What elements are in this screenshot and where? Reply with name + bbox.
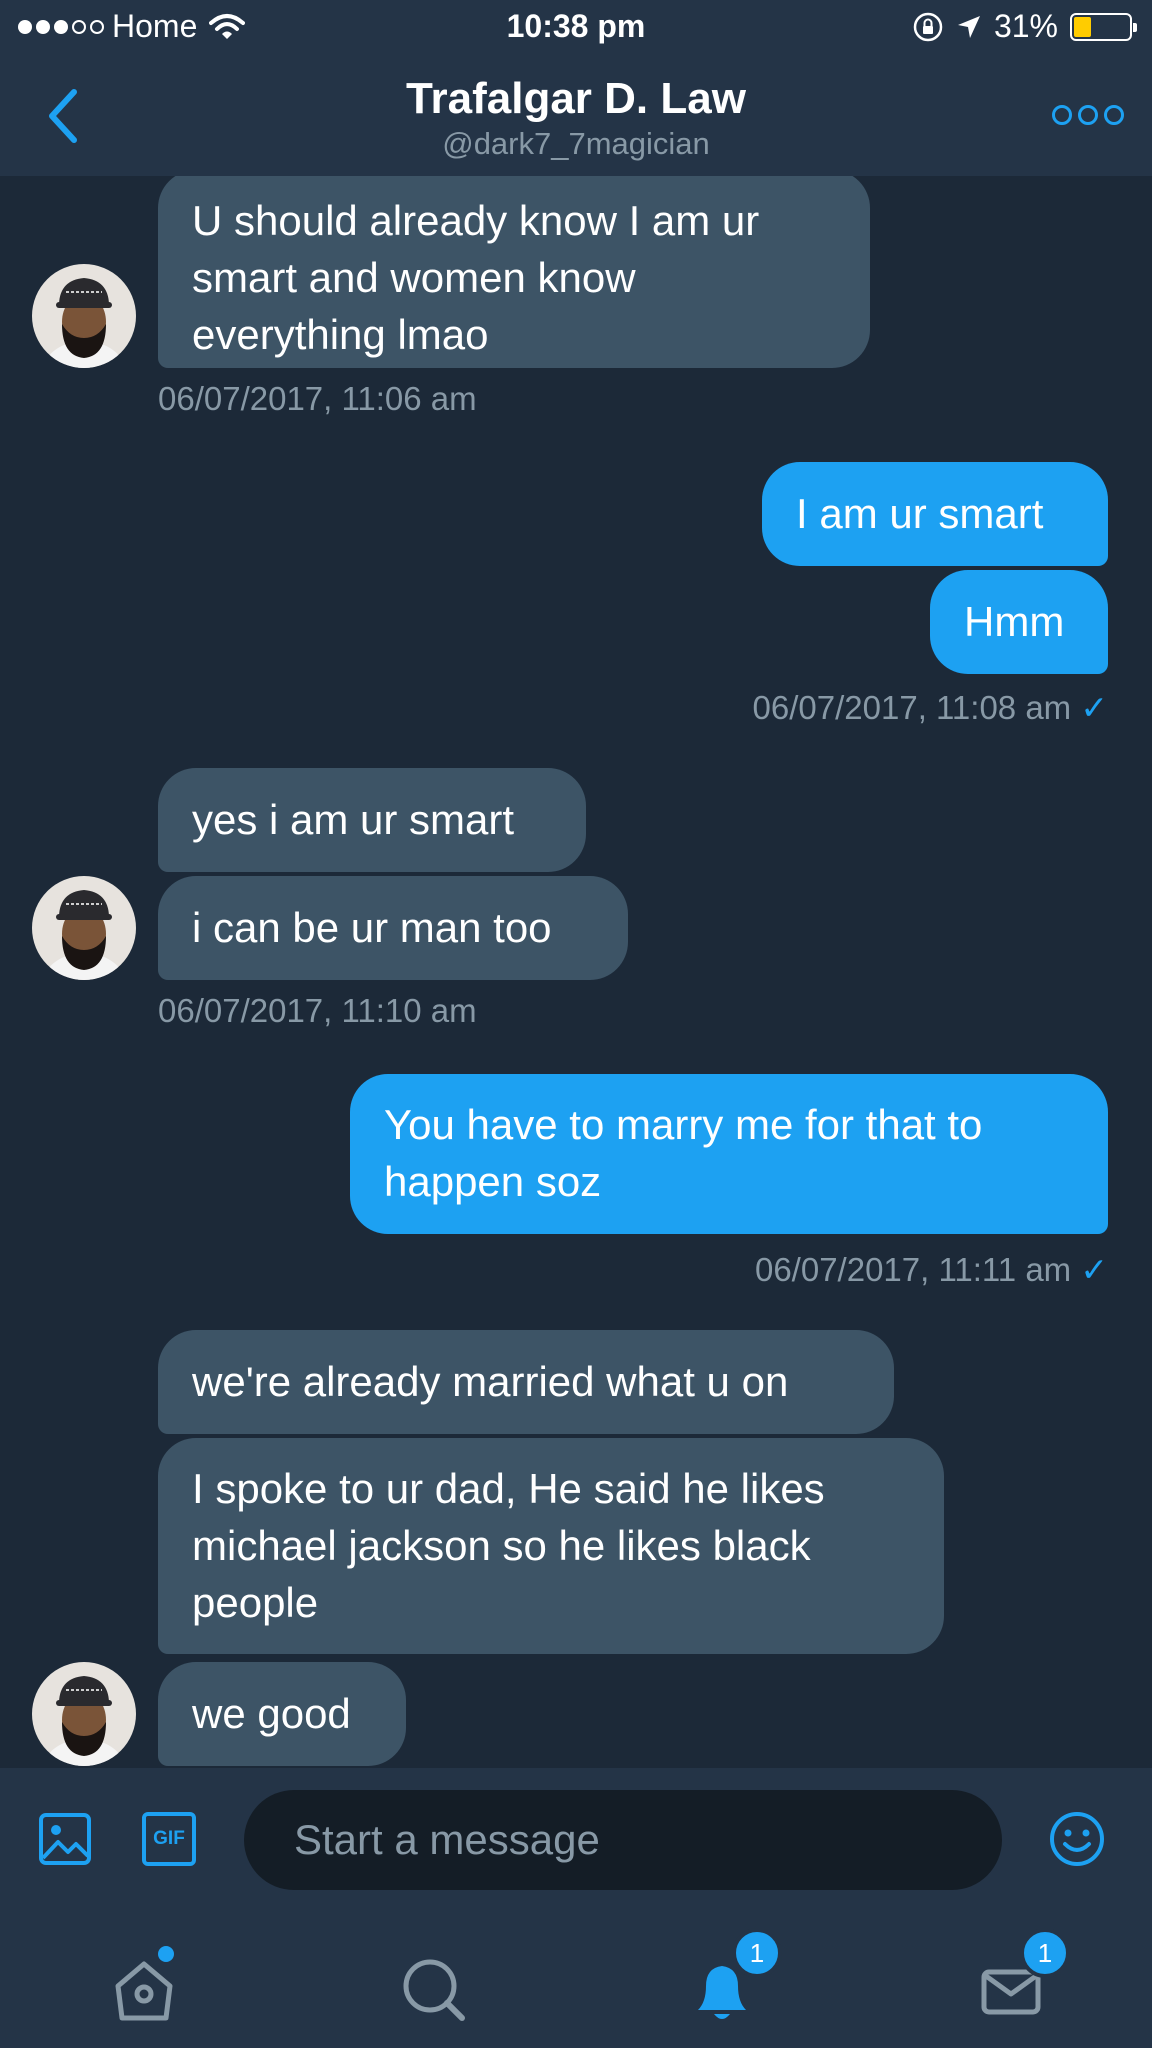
contact-avatar[interactable] (32, 1662, 136, 1766)
gif-label: GIF (153, 1828, 185, 1849)
message-bubble-incoming[interactable]: we're already married what u on (158, 1330, 894, 1434)
contact-name[interactable]: Trafalgar D. Law (0, 74, 1152, 124)
timestamp-text: 06/07/2017, 11:08 am (752, 689, 1072, 726)
avatar-photo (32, 264, 136, 368)
read-check-icon: ✓ (1080, 689, 1108, 726)
message-input[interactable]: Start a message (244, 1790, 1002, 1890)
emoji-icon[interactable] (1048, 1810, 1106, 1868)
tab-search[interactable] (384, 1940, 484, 2040)
message-bubble-incoming[interactable]: I spoke to ur dad, He said he likes mich… (158, 1438, 944, 1654)
timestamp-text: 06/07/2017, 11:11 am (754, 1251, 1072, 1288)
home-notification-dot (158, 1946, 174, 1962)
image-upload-icon[interactable] (38, 1812, 92, 1866)
notifications-badge: 1 (732, 1928, 782, 1978)
message-timestamp: 06/07/2017, 11:06 am (158, 380, 477, 417)
message-bubble-outgoing[interactable]: Hmm (930, 570, 1108, 674)
contact-avatar[interactable] (32, 264, 136, 368)
contact-avatar[interactable] (32, 876, 136, 980)
battery-icon (1070, 12, 1137, 41)
message-composer: GIF Start a message (0, 1768, 1152, 1910)
tab-home[interactable] (94, 1940, 194, 2040)
status-indicators: 31% (912, 8, 1137, 45)
message-bubble-outgoing[interactable]: You have to marry me for that to happen … (350, 1074, 1108, 1234)
location-arrow-icon (957, 15, 980, 38)
avatar-photo (32, 876, 136, 980)
more-options-icon[interactable] (1052, 105, 1124, 125)
read-check-icon: ✓ (1080, 1251, 1108, 1288)
message-timestamp: 06/07/2017, 11:08 am ✓ (753, 688, 1108, 727)
message-thread[interactable]: U should already know I am ur smart and … (0, 176, 1152, 1766)
message-timestamp: 06/07/2017, 11:10 am (158, 992, 477, 1029)
rotation-lock-icon (913, 12, 943, 41)
gif-button[interactable]: GIF (142, 1812, 196, 1866)
message-bubble-incoming[interactable]: yes i am ur smart (158, 768, 586, 872)
conversation-header: Trafalgar D. Law @dark7_7magician (0, 58, 1152, 176)
messages-badge: 1 (1020, 1928, 1070, 1978)
message-bubble-incoming[interactable]: i can be ur man too (158, 876, 628, 980)
message-bubble-incoming[interactable]: U should already know I am ur smart and … (158, 176, 870, 368)
search-icon (403, 1959, 465, 2021)
bottom-tab-bar: 1 1 (0, 1910, 1152, 2048)
avatar-photo (32, 1662, 136, 1766)
home-icon (115, 1961, 173, 2021)
tab-messages[interactable]: 1 (960, 1928, 1070, 2040)
message-timestamp: 06/07/2017, 11:11 am ✓ (755, 1250, 1108, 1289)
tab-notifications[interactable]: 1 (672, 1928, 782, 2040)
battery-percentage: 31% (993, 8, 1058, 44)
status-bar: Home 10:38 pm 31% (0, 0, 1152, 58)
message-bubble-incoming[interactable]: we good (158, 1662, 406, 1766)
message-bubble-outgoing[interactable]: I am ur smart (762, 462, 1108, 566)
contact-handle: @dark7_7magician (442, 126, 710, 161)
